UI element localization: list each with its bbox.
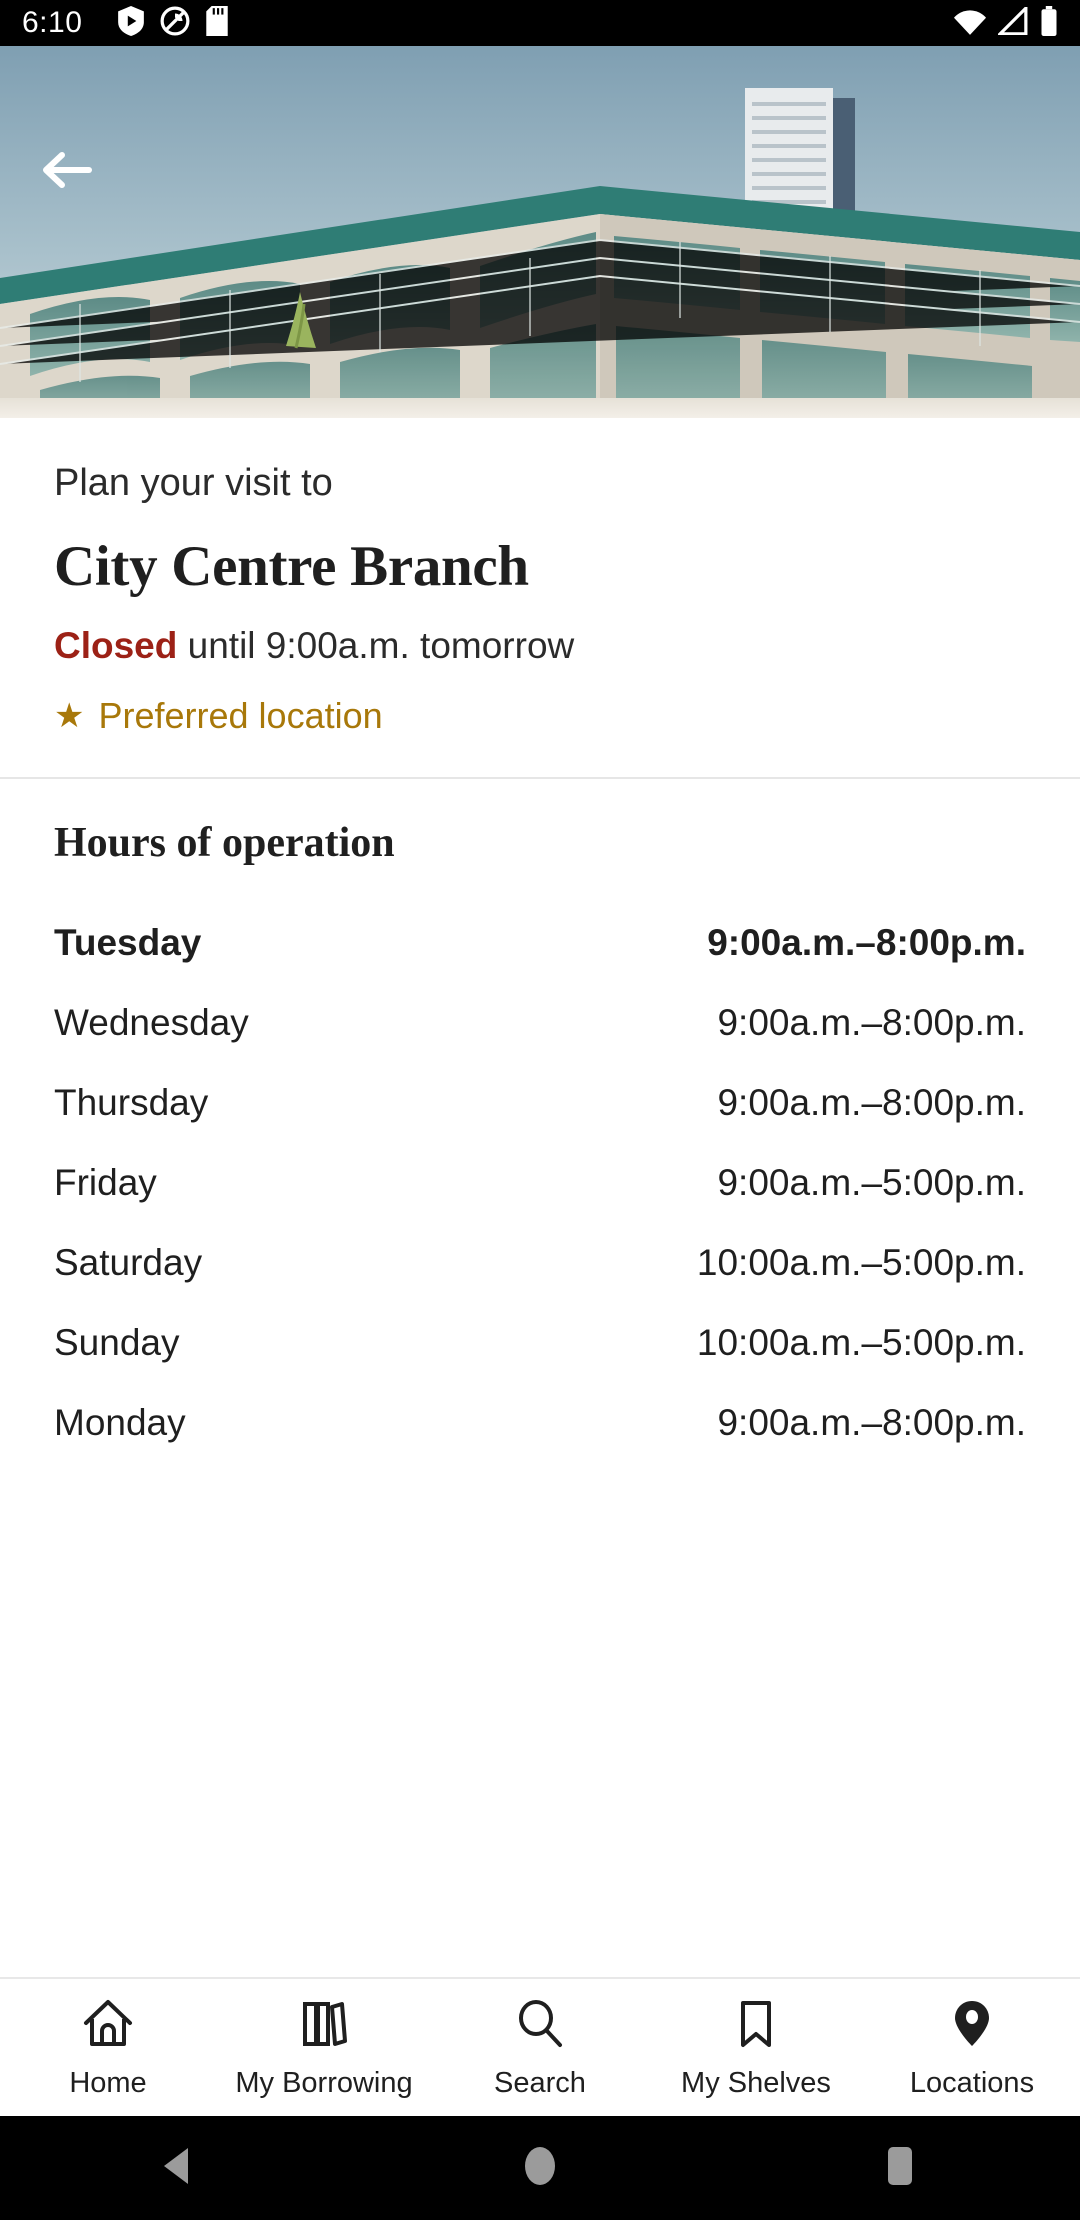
hours-day: Monday	[54, 1401, 186, 1443]
hours-time: 9:00a.m.–8:00p.m.	[707, 921, 1026, 963]
hours-time: 9:00a.m.–5:00p.m.	[717, 1161, 1026, 1203]
status-bar-right	[954, 3, 1058, 41]
app-screen: 6:10 Plan your visit to City Centre Bran…	[0, 0, 1080, 2220]
back-button[interactable]	[40, 148, 114, 222]
preferred-location-label: Preferred location	[98, 694, 383, 736]
hours-heading: Hours of operation	[54, 819, 395, 866]
wifi-icon	[954, 7, 986, 40]
hours-section: Hours of operation Tuesday 9:00a.m.–8:00p…	[0, 779, 1080, 1463]
branch-intro: Plan your visit to City Centre Branch Cl…	[0, 418, 1080, 777]
hours-row: Sunday 10:00a.m.–5:00p.m.	[54, 1303, 1026, 1383]
hours-day: Thursday	[54, 1081, 209, 1123]
hours-day: Saturday	[54, 1241, 203, 1283]
hours-time: 9:00a.m.–8:00p.m.	[717, 1401, 1026, 1443]
status-badge: Closed	[54, 624, 178, 666]
status-bar-left: 6:10	[22, 5, 954, 41]
status-detail: until 9:00a.m. tomorrow	[177, 624, 575, 666]
bottom-navigation: Home My Borrowing Search My Shelves Location…	[0, 1979, 1080, 2116]
nav-item-label: Home	[69, 2067, 147, 2099]
hours-time: 10:00a.m.–5:00p.m.	[696, 1321, 1026, 1363]
hours-row: Friday 9:00a.m.–5:00p.m.	[54, 1143, 1026, 1223]
search-icon	[512, 1995, 568, 2056]
nav-item-locations[interactable]: Locations	[864, 1995, 1080, 2100]
android-home-button[interactable]	[360, 2143, 720, 2194]
hours-row: Thursday 9:00a.m.–8:00p.m.	[54, 1063, 1026, 1143]
battery-icon	[1040, 5, 1058, 41]
android-back-button[interactable]	[0, 2145, 360, 2192]
hours-time: 9:00a.m.–8:00p.m.	[717, 1081, 1026, 1123]
library-building-illustration	[0, 46, 1080, 418]
page-title: City Centre Branch	[54, 534, 529, 598]
signal-icon	[996, 3, 1028, 40]
android-back-icon	[160, 2145, 200, 2192]
sd-card-icon	[206, 5, 229, 41]
hours-day: Wednesday	[54, 1001, 249, 1043]
hours-row: Wednesday 9:00a.m.–8:00p.m.	[54, 983, 1026, 1063]
hours-row: Saturday 10:00a.m.–5:00p.m.	[54, 1223, 1026, 1303]
nav-item-label: Locations	[909, 2067, 1035, 2099]
open-status: Closed until 9:00a.m. tomorrow	[54, 625, 1026, 667]
bottom-nav-wrapper: Home My Borrowing Search My Shelves Location…	[0, 1977, 1080, 2116]
hours-day: Friday	[54, 1161, 157, 1203]
page-eyebrow: Plan your visit to	[54, 462, 333, 504]
bookmark-icon	[728, 1995, 784, 2056]
nav-item-my-borrowing[interactable]: My Borrowing	[216, 1995, 432, 2100]
nav-item-label: My Borrowing	[235, 2067, 413, 2099]
home-icon	[80, 1995, 136, 2056]
android-system-nav	[0, 2116, 1080, 2220]
nav-item-my-shelves[interactable]: My Shelves	[648, 1995, 864, 2100]
location-pin-icon	[944, 1995, 1000, 2056]
hours-time: 9:00a.m.–8:00p.m.	[717, 1001, 1026, 1043]
status-bar: 6:10	[0, 0, 1080, 46]
nav-item-home[interactable]: Home	[0, 1995, 216, 2100]
hours-day: Tuesday	[54, 921, 202, 963]
preferred-location-row: ★ Preferred location	[54, 695, 1026, 737]
nav-item-label: My Shelves	[681, 2067, 831, 2099]
hero-image	[0, 46, 1080, 418]
no-circle-icon	[160, 6, 190, 41]
hours-row: Tuesday 9:00a.m.–8:00p.m.	[54, 903, 1026, 983]
android-recents-icon	[881, 2143, 919, 2194]
nav-item-label: Search	[494, 2067, 586, 2099]
play-protect-icon	[118, 5, 145, 41]
star-icon: ★	[54, 696, 85, 735]
hours-day: Sunday	[54, 1321, 180, 1363]
android-home-icon	[520, 2143, 560, 2194]
hours-row: Monday 9:00a.m.–8:00p.m.	[54, 1383, 1026, 1463]
books-icon	[296, 1995, 352, 2056]
android-recents-button[interactable]	[720, 2143, 1080, 2194]
status-bar-clock: 6:10	[22, 6, 83, 39]
hours-time: 10:00a.m.–5:00p.m.	[696, 1241, 1026, 1283]
nav-item-search[interactable]: Search	[432, 1995, 648, 2100]
hours-list: Tuesday 9:00a.m.–8:00p.m. Wednesday 9:00a.m…	[54, 903, 1026, 1463]
